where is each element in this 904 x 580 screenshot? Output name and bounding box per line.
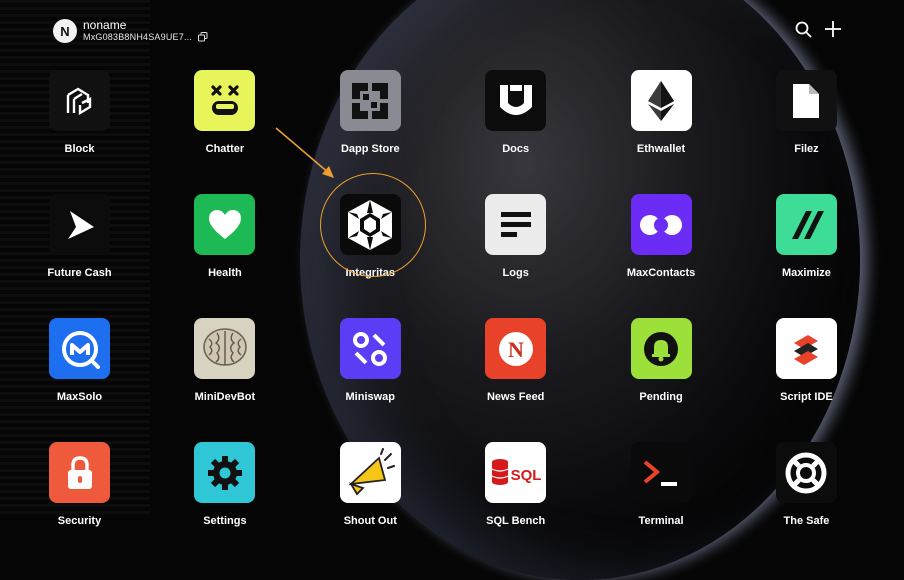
top-actions [794,20,842,38]
lock-icon[interactable] [49,442,110,503]
app-label: Future Cash [47,267,112,279]
app-label: Dapp Store [340,143,400,155]
app-label: Script IDE [780,391,833,403]
app-label: Integritas [345,267,396,279]
user-header[interactable]: N noname MxG083B8NH4SA9UE7... [53,17,208,45]
app-label: Miniswap [345,391,396,403]
app-tile-logs[interactable]: Logs [484,194,547,279]
svg-text:N: N [508,337,524,362]
app-label: The Safe [783,515,830,527]
app-tile-health[interactable]: Health [193,194,256,279]
safe-icon[interactable] [775,442,837,503]
app-tile-settings[interactable]: Settings [193,442,256,527]
app-tile-news-feed[interactable]: N News Feed [484,318,547,403]
maximize-icon[interactable] [775,194,837,255]
user-info: noname MxG083B8NH4SA9UE7... [83,19,208,43]
app-tile-the-safe[interactable]: The Safe [775,442,838,527]
app-tile-block[interactable]: Block [48,70,111,155]
app-label: Terminal [638,515,684,527]
logs-icon[interactable] [485,194,547,255]
block-icon[interactable] [49,70,110,131]
app-tile-maxcontacts[interactable]: MaxContacts [627,194,695,279]
app-label: Ethwallet [636,143,686,155]
terminal-icon[interactable] [630,442,692,503]
app-tile-maximize[interactable]: Maximize [775,194,838,279]
app-tile-shout-out[interactable]: Shout Out [339,442,402,527]
plus-icon[interactable] [824,20,842,38]
app-label: News Feed [486,391,545,403]
app-label: Security [57,515,102,527]
heart-icon[interactable] [194,194,256,255]
app-label: Chatter [205,143,245,155]
app-tile-maxsolo[interactable]: MaxSolo [48,318,111,403]
file-icon[interactable] [775,70,837,131]
app-label: Settings [203,515,247,527]
app-tile-security[interactable]: Security [48,442,111,527]
app-label: Block [64,143,95,155]
app-label: MiniDevBot [194,391,256,403]
dapp-store-icon[interactable] [339,70,401,131]
app-label: MaxSolo [56,391,103,403]
app-tile-script-ide[interactable]: Script IDE [775,318,838,403]
app-label: Logs [502,267,529,279]
docs-icon[interactable] [485,70,547,131]
app-label: Docs [502,143,530,155]
app-tile-miniswap[interactable]: Miniswap [339,318,402,403]
gear-icon[interactable] [194,442,256,503]
bell-icon[interactable] [630,318,692,379]
max-solo-icon[interactable] [49,318,110,379]
integritas-icon[interactable] [339,194,401,255]
app-tile-dapp-store[interactable]: Dapp Store [339,70,402,155]
app-tile-sql-bench[interactable]: SQL SQL Bench [484,442,547,527]
app-grid: Block Chatter Dapp Store Docs Ethwallet Filez… [47,70,848,527]
script-ide-icon[interactable] [775,318,837,379]
svg-text:SQL: SQL [510,467,541,484]
app-label: Shout Out [343,515,397,527]
app-tile-future-cash[interactable]: Future Cash [47,194,112,279]
app-label: Filez [794,143,819,155]
ethereum-icon[interactable] [630,70,692,131]
sql-bench-icon[interactable]: SQL [485,442,547,503]
search-icon[interactable] [794,20,812,38]
app-tile-integritas[interactable]: Integritas [339,194,402,279]
future-cash-icon[interactable] [49,194,110,255]
app-tile-docs[interactable]: Docs [484,70,547,155]
app-tile-minidevbot[interactable]: MiniDevBot [193,318,256,403]
brain-icon[interactable] [194,318,256,379]
user-address: MxG083B8NH4SA9UE7... [83,32,193,42]
app-tile-terminal[interactable]: Terminal [630,442,693,527]
app-tile-ethwallet[interactable]: Ethwallet [630,70,693,155]
app-label: SQL Bench [486,515,546,527]
app-label: Health [208,267,242,279]
copy-icon[interactable] [198,32,208,42]
app-tile-pending[interactable]: Pending [630,318,693,403]
app-tile-filez[interactable]: Filez [775,70,838,155]
news-feed-icon[interactable]: N [485,318,547,379]
chatter-face-icon[interactable] [194,70,256,131]
miniswap-icon[interactable] [339,318,401,379]
app-label: Maximize [781,267,831,279]
avatar[interactable]: N [53,19,77,43]
megaphone-icon[interactable] [339,442,401,503]
max-contacts-icon[interactable] [630,194,692,255]
app-tile-chatter[interactable]: Chatter [193,70,256,155]
app-label: MaxContacts [626,267,696,279]
user-name: noname [83,18,127,32]
address-row: MxG083B8NH4SA9UE7... [83,31,208,43]
app-label: Pending [639,391,683,403]
